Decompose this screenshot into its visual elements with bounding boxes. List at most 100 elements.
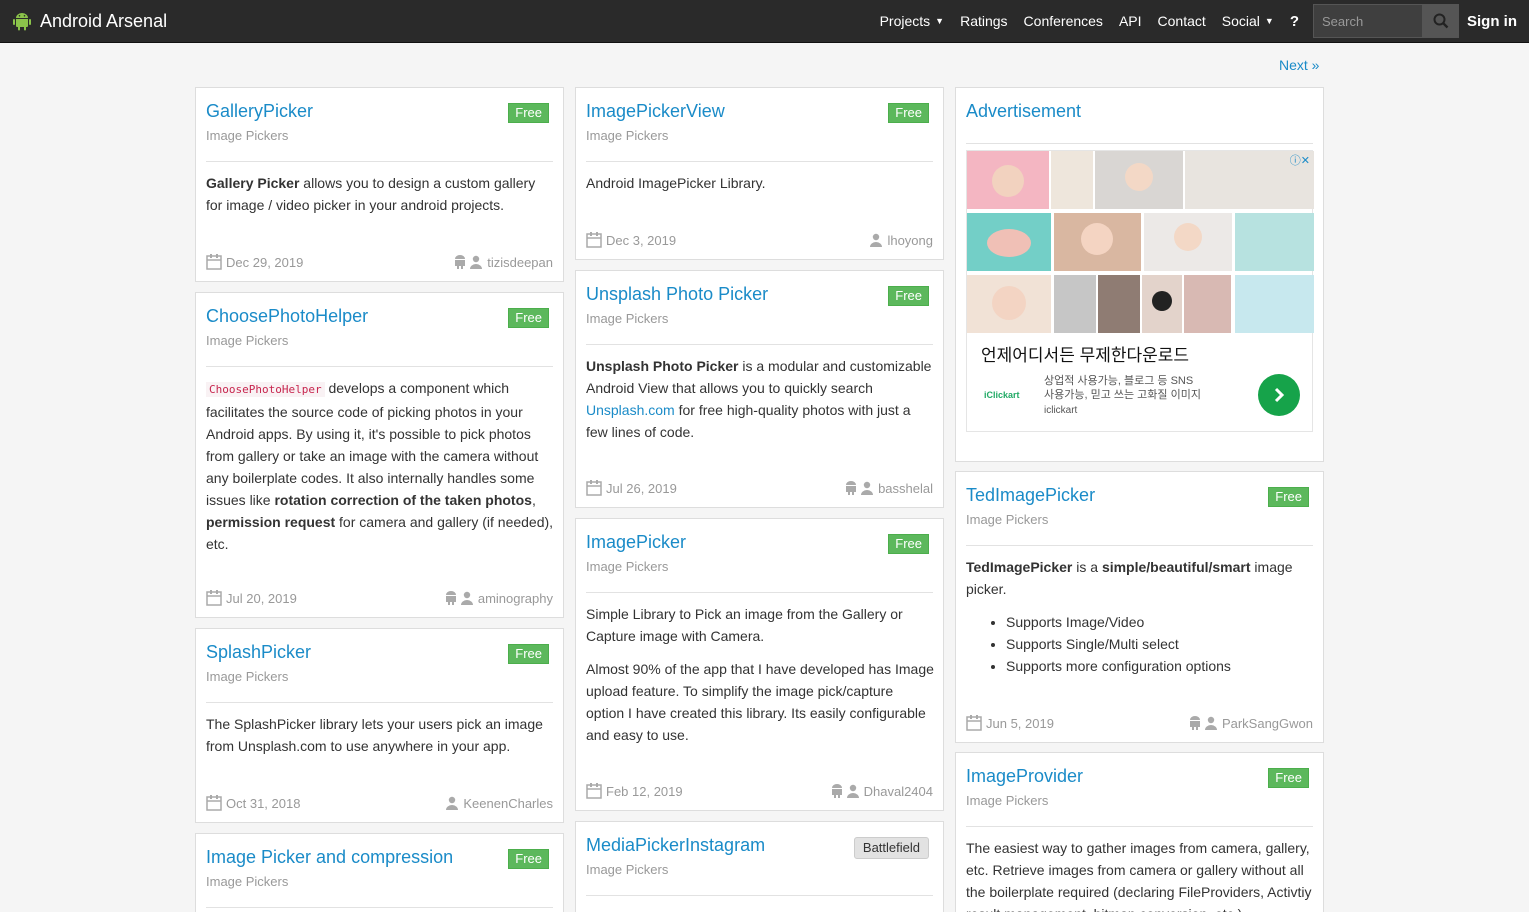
description-bold: Unsplash Photo Picker bbox=[586, 358, 739, 374]
nav-projects[interactable]: Projects ▼ bbox=[880, 13, 945, 29]
ad-description-line: 상업적 사용가능, 블로그 등 SNS bbox=[1044, 375, 1194, 387]
divider bbox=[586, 344, 933, 345]
description-text: The easiest way to gather images from ca… bbox=[966, 840, 1312, 912]
ad-banner[interactable]: ⓘ✕ 언제어디서든 무제한다운로드 iClickart 상업적 사용가능, 블로… bbox=[966, 150, 1314, 432]
nav-projects-label: Projects bbox=[879, 13, 931, 29]
feature-list-item: Supports more configuration options bbox=[1006, 655, 1315, 677]
project-description: The SplashPicker library lets your users… bbox=[206, 713, 555, 757]
next-page-link[interactable]: Next » bbox=[1279, 57, 1319, 73]
nav-conferences-label: Conferences bbox=[1023, 13, 1103, 29]
project-card: ImageProvider Free Image Pickers The eas… bbox=[955, 752, 1324, 912]
search-input[interactable] bbox=[1313, 4, 1423, 38]
nav-contact[interactable]: Contact bbox=[1158, 13, 1206, 29]
divider bbox=[966, 826, 1313, 827]
license-badge: Free bbox=[1268, 487, 1309, 507]
project-author-link[interactable]: basshelal bbox=[878, 481, 933, 496]
calendar-icon bbox=[966, 715, 982, 731]
feature-list-item: Supports Single/Multi select bbox=[1006, 633, 1315, 655]
project-title-link[interactable]: MediaPickerInstagram bbox=[586, 835, 765, 856]
unsplash-link[interactable]: Unsplash.com bbox=[586, 402, 675, 418]
project-author-link[interactable]: Dhaval2404 bbox=[864, 784, 933, 799]
project-card: SplashPicker Free Image Pickers The Spla… bbox=[195, 628, 564, 823]
project-author-link[interactable]: lhoyong bbox=[887, 233, 933, 248]
project-title-link[interactable]: Image Picker and compression bbox=[206, 847, 453, 868]
user-icon bbox=[870, 233, 883, 247]
category-link[interactable]: Image Pickers bbox=[206, 874, 288, 889]
calendar-icon bbox=[206, 795, 222, 811]
nav-api[interactable]: API bbox=[1119, 13, 1142, 29]
search-button[interactable] bbox=[1423, 4, 1459, 38]
brand-link[interactable]: Android Arsenal bbox=[12, 0, 167, 42]
user-icon bbox=[446, 796, 459, 810]
project-author-link[interactable]: KeenenCharles bbox=[463, 796, 553, 811]
nav-ratings[interactable]: Ratings bbox=[960, 13, 1007, 29]
category-link[interactable]: Image Pickers bbox=[586, 559, 668, 574]
calendar-icon bbox=[206, 254, 222, 270]
divider bbox=[586, 895, 933, 896]
project-author-link[interactable]: tizisdeepan bbox=[487, 255, 553, 270]
category-link[interactable]: Image Pickers bbox=[586, 862, 668, 877]
project-author-link[interactable]: aminography bbox=[478, 591, 553, 606]
user-icon bbox=[460, 591, 473, 605]
ad-choices-icon[interactable]: ⓘ✕ bbox=[1290, 152, 1310, 168]
project-title-link[interactable]: ImagePickerView bbox=[586, 101, 725, 122]
category-link[interactable]: Image Pickers bbox=[966, 793, 1048, 808]
category-link[interactable]: Image Pickers bbox=[206, 669, 288, 684]
description-bold: Gallery Picker bbox=[206, 175, 300, 191]
divider bbox=[206, 161, 553, 162]
project-date: Jun 5, 2019 bbox=[986, 715, 1054, 731]
help-link[interactable]: ? bbox=[1290, 13, 1299, 30]
project-description: Android ImagePicker Library. bbox=[586, 172, 935, 194]
project-title-link[interactable]: SplashPicker bbox=[206, 642, 311, 663]
card-footer: Dec 3, 2019 lhoyong bbox=[586, 231, 933, 249]
feature-list-item: Supports Image/Video bbox=[1006, 611, 1315, 633]
divider bbox=[206, 907, 553, 908]
project-title-link[interactable]: TedImagePicker bbox=[966, 485, 1095, 506]
license-badge: Free bbox=[508, 849, 549, 869]
top-navbar: Android Arsenal Projects ▼ Ratings Confer… bbox=[0, 0, 1529, 43]
project-date: Oct 31, 2018 bbox=[226, 795, 301, 811]
android-icon bbox=[445, 591, 456, 605]
description-bold: TedImagePicker bbox=[966, 559, 1073, 575]
license-badge: Free bbox=[508, 308, 549, 328]
project-card: Image Picker and compression Free Image … bbox=[195, 833, 564, 912]
project-date: Dec 3, 2019 bbox=[606, 232, 677, 248]
card-footer: Feb 12, 2019 Dhaval2404 bbox=[586, 782, 933, 800]
divider bbox=[586, 592, 933, 593]
ad-headline: 언제어디서든 무제한다운로드 bbox=[981, 346, 1190, 365]
signin-link[interactable]: Sign in bbox=[1467, 13, 1517, 30]
project-title-link[interactable]: Unsplash Photo Picker bbox=[586, 284, 768, 305]
calendar-icon bbox=[586, 232, 602, 248]
license-badge: Free bbox=[508, 644, 549, 664]
caret-down-icon: ▼ bbox=[1264, 16, 1274, 26]
project-card: MediaPickerInstagram Battlefield Image P… bbox=[575, 821, 944, 912]
calendar-icon bbox=[586, 783, 602, 799]
description-text: , bbox=[531, 492, 536, 508]
nav-menu: Projects ▼ Ratings Conferences API Contac… bbox=[864, 0, 1517, 42]
project-title-link[interactable]: GalleryPicker bbox=[206, 101, 313, 122]
category-link[interactable]: Image Pickers bbox=[206, 333, 288, 348]
project-title-link[interactable]: ChoosePhotoHelper bbox=[206, 306, 368, 327]
category-link[interactable]: Image Pickers bbox=[966, 512, 1048, 527]
nav-conferences[interactable]: Conferences bbox=[1024, 13, 1103, 29]
category-link[interactable]: Image Pickers bbox=[586, 311, 668, 326]
ad-go-button[interactable] bbox=[1258, 374, 1300, 416]
license-badge: Free bbox=[888, 286, 929, 306]
project-date: Jul 20, 2019 bbox=[226, 590, 297, 606]
caret-down-icon: ▼ bbox=[935, 16, 945, 26]
nav-ratings-label: Ratings bbox=[960, 13, 1008, 29]
ad-logo: iClickart bbox=[984, 390, 1020, 400]
ad-photo-grid bbox=[967, 151, 1314, 333]
project-title-link[interactable]: ImageProvider bbox=[966, 766, 1083, 787]
project-title-link[interactable]: ImagePicker bbox=[586, 532, 686, 553]
description-bold: permission request bbox=[206, 514, 336, 530]
project-description: TedImagePicker is a simple/beautiful/sma… bbox=[966, 556, 1315, 677]
ad-sponsor: iclickart bbox=[1044, 405, 1078, 416]
nav-social[interactable]: Social ▼ bbox=[1222, 13, 1274, 29]
category-link[interactable]: Image Pickers bbox=[206, 128, 288, 143]
category-link[interactable]: Image Pickers bbox=[586, 128, 668, 143]
brand-name: Android Arsenal bbox=[40, 10, 168, 31]
divider bbox=[966, 143, 1313, 144]
project-author-link[interactable]: ParkSangGwon bbox=[1222, 716, 1313, 731]
description-paragraph: TedImagePicker is a simple/beautiful/sma… bbox=[966, 556, 1315, 600]
